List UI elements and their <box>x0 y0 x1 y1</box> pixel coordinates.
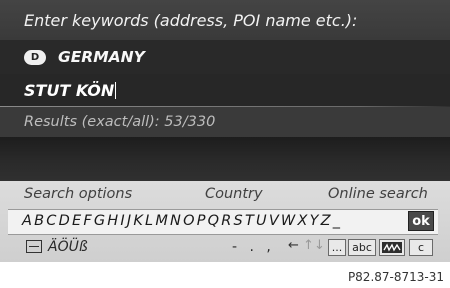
ok-button-label: ok <box>412 213 430 229</box>
arrow-up-down-icon: ↑↓ <box>303 238 325 253</box>
results-area <box>0 137 450 181</box>
handwriting-icon <box>382 242 402 253</box>
input-panel: Search options Country Online search ABC… <box>0 181 450 262</box>
search-input[interactable]: STUT KÖN <box>0 74 450 106</box>
country-button[interactable]: Country <box>205 186 263 202</box>
results-count: Results (exact/all): 53/330 <box>0 107 450 137</box>
function-row: ÄÖÜß - . , ← ↑↓ → ... abc c <box>0 237 450 261</box>
special-chars-label: ... <box>331 241 343 254</box>
arrow-left-icon[interactable]: ← <box>288 238 299 253</box>
character-bar[interactable]: ABCDEFGHIJKLMNOPQRSTUVWXYZ_ ok <box>8 209 438 235</box>
navigation-search-screen: Enter keywords (address, POI name etc.):… <box>0 0 450 262</box>
online-search-button[interactable]: Online search <box>328 186 428 202</box>
clear-button[interactable]: c <box>409 239 433 256</box>
umlaut-keys[interactable]: ÄÖÜß <box>48 239 88 255</box>
country-code-badge: D <box>24 49 46 65</box>
options-bar: Search options Country Online search <box>0 184 450 208</box>
search-options-button[interactable]: Search options <box>24 186 132 202</box>
figure-reference: P82.87-8713-31 <box>347 270 444 284</box>
character-set-button[interactable]: abc <box>348 239 376 256</box>
letter-row[interactable]: ABCDEFGHIJKLMNOPQRSTUVWXYZ_ <box>22 213 342 229</box>
punctuation-keys[interactable]: - . , <box>232 239 275 255</box>
clear-button-label: c <box>417 241 425 254</box>
country-name: GERMANY <box>58 48 145 66</box>
special-chars-button[interactable]: ... <box>328 239 346 256</box>
character-set-label: abc <box>352 241 372 254</box>
keyword-prompt-label: Enter keywords (address, POI name etc.): <box>24 10 358 30</box>
back-list-icon[interactable] <box>26 240 42 253</box>
text-cursor <box>115 81 117 99</box>
handwriting-pad-button[interactable] <box>379 239 405 256</box>
country-selector[interactable]: D GERMANY <box>0 40 450 74</box>
results-count-text: Results (exact/all): 53/330 <box>24 114 216 130</box>
ok-button[interactable]: ok <box>408 211 434 231</box>
search-input-text: STUT KÖN <box>24 80 115 100</box>
keyword-prompt: Enter keywords (address, POI name etc.): <box>0 0 450 40</box>
